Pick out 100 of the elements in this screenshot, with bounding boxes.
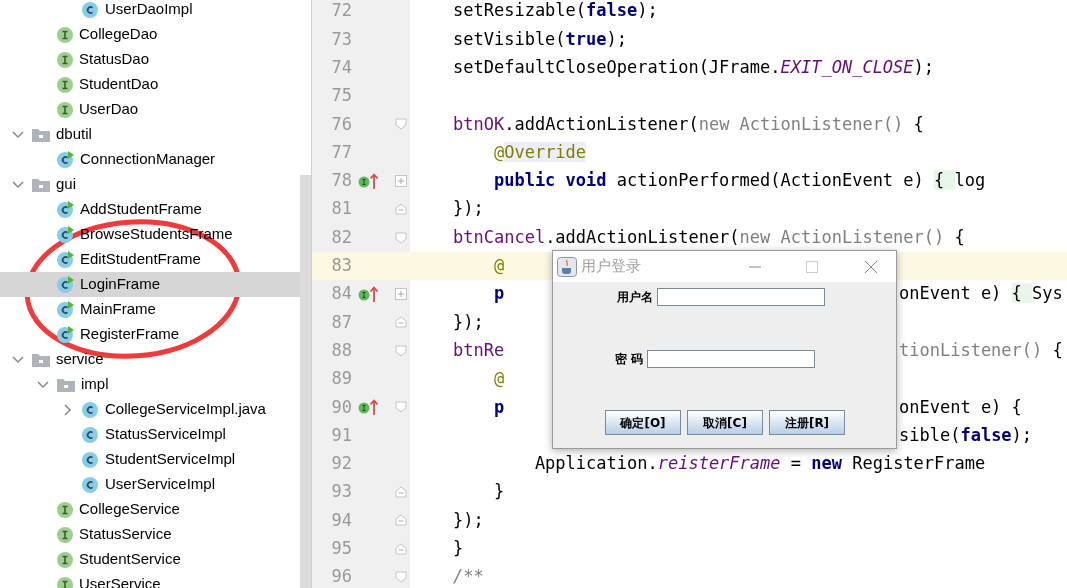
- code-text: btnOK.addActionListener(new ActionListener() {: [453, 113, 924, 134]
- tree-item[interactable]: ConnectionManager: [0, 147, 300, 172]
- field-label: 用户名: [617, 289, 653, 306]
- tree-item[interactable]: MainFrame: [0, 297, 300, 322]
- line-number: 96: [330, 565, 352, 588]
- line-number: 78: [330, 169, 352, 193]
- tree-item[interactable]: CollegeDao: [0, 22, 300, 47]
- interface-icon: [57, 526, 73, 543]
- code-text: });: [453, 311, 484, 332]
- class-icon: [82, 451, 99, 468]
- tree-item-label: StudentService: [79, 549, 181, 570]
- chevron-down-icon[interactable]: [12, 180, 24, 189]
- chevron-right-icon[interactable]: [64, 403, 72, 416]
- implements-marker-icon[interactable]: [358, 172, 380, 189]
- input-field[interactable]: [657, 288, 825, 306]
- tree-item-label: StudentServiceImpl: [105, 449, 236, 470]
- interface-icon: [57, 51, 73, 68]
- tree-item[interactable]: dbutil: [0, 122, 300, 147]
- tree-item[interactable]: RegisterFrame: [0, 322, 300, 347]
- tree-item-label: ConnectionManager: [80, 149, 216, 170]
- runnable-class-icon: [57, 251, 74, 268]
- code-text: btnCancel.addActionListener(new ActionListener() {: [453, 226, 965, 247]
- dialog-button[interactable]: 取消[C]: [687, 410, 763, 435]
- tree-item[interactable]: CollegeServiceImpl.java: [0, 397, 300, 422]
- runnable-class-icon: [57, 276, 74, 293]
- line-number: 82: [330, 225, 352, 249]
- interface-icon: [57, 501, 73, 518]
- tree-item[interactable]: StatusDao: [0, 47, 300, 72]
- code-text: @: [493, 255, 505, 276]
- input-field[interactable]: [647, 350, 816, 368]
- tree-item[interactable]: EditStudentFrame: [0, 247, 300, 272]
- code-text: @Override: [493, 141, 587, 162]
- chevron-down-icon[interactable]: [12, 355, 24, 364]
- tree-item-label: CollegeService: [79, 499, 180, 520]
- tree-item[interactable]: StudentDao: [0, 72, 300, 97]
- fold-marker-icon[interactable]: [395, 316, 407, 329]
- line-number: 74: [330, 56, 352, 79]
- tree-item[interactable]: UserDao: [0, 97, 300, 122]
- tree-item[interactable]: StatusServiceImpl: [0, 422, 300, 447]
- code-text: });: [453, 509, 484, 530]
- dialog-title: 用户登录: [581, 256, 641, 278]
- tree-item[interactable]: AddStudentFrame: [0, 197, 300, 222]
- code-text: onEvent e) {: [899, 395, 1022, 419]
- expand-fold-icon[interactable]: [395, 174, 407, 187]
- tree-item-label: CollegeDao: [79, 24, 158, 45]
- code-text: Application.reisterFrame = new RegisterFrame: [534, 453, 986, 474]
- interface-icon: [57, 26, 73, 43]
- chevron-down-icon[interactable]: [37, 380, 49, 389]
- expand-fold-icon[interactable]: [395, 288, 407, 301]
- tree-item[interactable]: CollegeService: [0, 497, 300, 522]
- line-number: 92: [330, 452, 352, 476]
- runnable-class-icon: [57, 301, 74, 318]
- code-text: }: [453, 538, 464, 559]
- tree-item-label: UserServiceImpl: [105, 474, 216, 495]
- line-number: 73: [330, 27, 352, 51]
- fold-marker-icon[interactable]: [395, 344, 407, 357]
- dialog-button[interactable]: 确定[O]: [605, 410, 681, 435]
- tree-item[interactable]: impl: [0, 372, 300, 397]
- tree-item-label: StatusService: [79, 524, 172, 545]
- fold-marker-icon[interactable]: [395, 542, 407, 555]
- dialog-button[interactable]: 注册[R]: [769, 410, 845, 435]
- tree-item[interactable]: StatusService: [0, 522, 300, 547]
- fold-marker-icon[interactable]: [395, 486, 407, 499]
- tree-item[interactable]: StudentServiceImpl: [0, 447, 300, 472]
- implements-marker-icon[interactable]: [358, 399, 380, 416]
- tree-item-label: impl: [81, 374, 109, 395]
- line-number: 88: [330, 338, 352, 362]
- maximize-icon[interactable]: [806, 260, 818, 273]
- fold-marker-icon[interactable]: [395, 203, 407, 216]
- class-icon: [82, 426, 99, 443]
- class-icon: [82, 401, 99, 418]
- tree-item-label: UserDaoImpl: [105, 0, 193, 20]
- tree-item[interactable]: service: [0, 347, 300, 372]
- tree-item[interactable]: LoginFrame: [0, 272, 300, 297]
- folder-icon: [32, 352, 50, 367]
- fold-marker-icon[interactable]: [395, 514, 407, 527]
- tree-item[interactable]: StudentService: [0, 547, 300, 572]
- folder-icon: [32, 177, 50, 192]
- tree-item-label: StatusServiceImpl: [105, 424, 226, 445]
- folder-icon: [32, 127, 50, 142]
- code-text: setResizable(false);: [453, 0, 658, 21]
- tree-item[interactable]: UserServiceImpl: [0, 472, 300, 497]
- tree-item-label: MainFrame: [80, 299, 156, 320]
- fold-marker-icon[interactable]: [395, 401, 407, 414]
- class-icon: [82, 476, 99, 493]
- tree-item-label: gui: [56, 174, 77, 195]
- line-number: 83: [330, 254, 352, 278]
- runnable-class-icon: [57, 201, 74, 218]
- fold-marker-icon[interactable]: [395, 231, 407, 244]
- tree-item[interactable]: gui: [0, 172, 300, 197]
- implements-marker-icon[interactable]: [358, 286, 380, 303]
- chevron-down-icon[interactable]: [12, 130, 24, 139]
- scrollbar-thumb[interactable]: [300, 175, 311, 588]
- runnable-class-icon: [57, 226, 74, 243]
- fold-marker-icon[interactable]: [395, 118, 407, 131]
- close-icon[interactable]: [864, 259, 878, 274]
- fold-marker-icon[interactable]: [395, 571, 407, 584]
- tree-item[interactable]: UserDaoImpl: [0, 0, 300, 22]
- code-text: sible(false);: [899, 423, 1033, 447]
- field-label: 密 码: [615, 351, 644, 368]
